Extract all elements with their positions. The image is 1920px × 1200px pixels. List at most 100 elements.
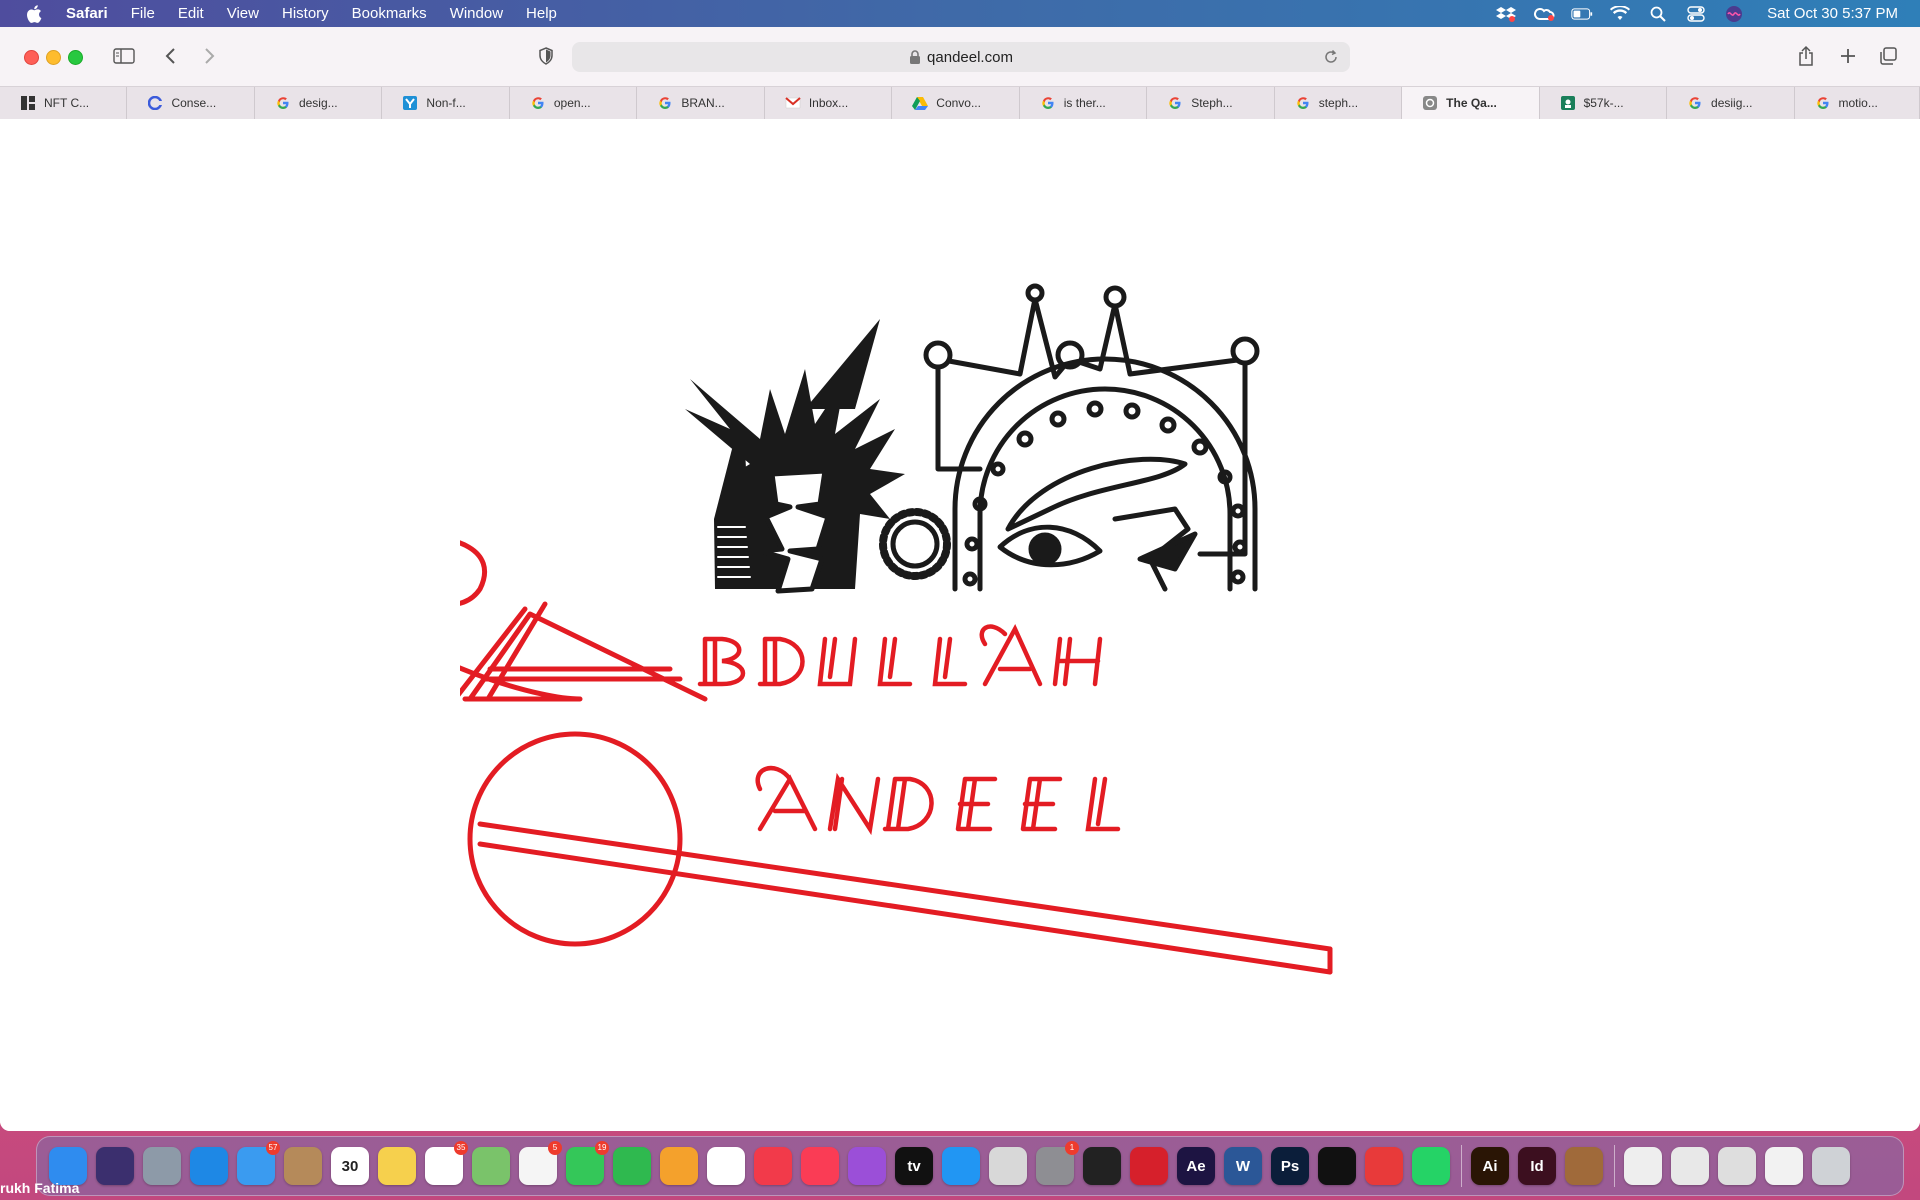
menu-clock[interactable]: Sat Oct 30 5:37 PM [1767, 5, 1898, 22]
back-button[interactable] [156, 43, 184, 69]
menu-history[interactable]: History [282, 5, 329, 22]
tab-label: NFT C... [44, 96, 90, 110]
menu-window[interactable]: Window [450, 5, 503, 22]
facetime-icon[interactable] [613, 1147, 651, 1185]
spotlight-icon[interactable] [1647, 5, 1669, 23]
browser-tab[interactable]: $57k-... [1540, 87, 1668, 119]
indesign-icon[interactable]: Id [1518, 1147, 1556, 1185]
dropbox-icon[interactable] [1495, 5, 1517, 23]
menu-file[interactable]: File [131, 5, 155, 22]
browser-tab[interactable]: desiig... [1667, 87, 1795, 119]
browser-tab[interactable]: is ther... [1020, 87, 1148, 119]
browser-tab[interactable]: open... [510, 87, 638, 119]
app-store-icon[interactable] [942, 1147, 980, 1185]
trash-icon[interactable] [1812, 1147, 1850, 1185]
tab-label: steph... [1318, 96, 1359, 110]
browser-tab[interactable]: Convo... [892, 87, 1020, 119]
browser-tab[interactable]: motio... [1795, 87, 1920, 119]
minimize-window-button[interactable] [46, 50, 61, 65]
browser-tab[interactable]: desig... [255, 87, 383, 119]
notes-icon[interactable] [378, 1147, 416, 1185]
battery-icon[interactable] [1571, 5, 1593, 23]
sun-circle [890, 519, 940, 569]
creative-cloud-icon[interactable] [1365, 1147, 1403, 1185]
maps-icon[interactable] [472, 1147, 510, 1185]
reload-icon[interactable] [1322, 48, 1340, 66]
browser-tab[interactable]: BRAN... [637, 87, 765, 119]
menu-edit[interactable]: Edit [178, 5, 204, 22]
privacy-report-button[interactable] [532, 43, 560, 69]
menu-bookmarks[interactable]: Bookmarks [352, 5, 427, 22]
whatsapp-icon[interactable] [1412, 1147, 1450, 1185]
fiverr-favicon-icon [1560, 95, 1576, 111]
chevron-right-icon [205, 48, 215, 64]
podcasts-icon[interactable] [848, 1147, 886, 1185]
calendar-icon[interactable]: 30 [331, 1147, 369, 1185]
downloads-stack-icon[interactable] [1671, 1147, 1709, 1185]
music-icon[interactable] [801, 1147, 839, 1185]
after-effects-icon[interactable]: Ae [1177, 1147, 1215, 1185]
creative-cloud-icon[interactable] [1533, 5, 1555, 23]
browser-tab[interactable]: The Qa... [1402, 87, 1540, 119]
illustrator-glyph: Ai [1482, 1157, 1498, 1175]
contacts-icon[interactable] [284, 1147, 322, 1185]
close-window-button[interactable] [24, 50, 39, 65]
tab-overview-button[interactable] [1874, 43, 1902, 69]
menu-help[interactable]: Help [526, 5, 557, 22]
google-favicon-icon [275, 95, 291, 111]
document-stack-icon[interactable] [1624, 1147, 1662, 1185]
control-center-icon[interactable] [1685, 5, 1707, 23]
tab-label: is ther... [1063, 96, 1106, 110]
tab-label: desiig... [1711, 96, 1753, 110]
share-icon [1799, 45, 1813, 66]
apple-tv-icon[interactable]: tv [895, 1147, 933, 1185]
google-favicon-icon [657, 95, 673, 111]
c-favicon-icon [147, 95, 163, 111]
new-tab-button[interactable] [1834, 43, 1862, 69]
nikon-capture-icon[interactable] [1318, 1147, 1356, 1185]
animal-app-icon[interactable] [1565, 1147, 1603, 1185]
menu-bar-right: Sat Oct 30 5:37 PM [1479, 0, 1898, 27]
photoshop-icon[interactable]: Ps [1271, 1147, 1309, 1185]
wifi-icon[interactable] [1609, 5, 1631, 23]
reminders-icon[interactable]: 35 [425, 1141, 468, 1185]
mail-icon[interactable]: 57 [237, 1141, 280, 1185]
eyebrow-shape [1005, 456, 1188, 532]
crown-outline [935, 296, 1248, 557]
browser-tab[interactable]: Non-f... [382, 87, 510, 119]
calendar-glyph: 30 [341, 1157, 359, 1175]
system-preferences-icon[interactable]: 1 [1036, 1141, 1079, 1185]
forward-button[interactable] [196, 43, 224, 69]
browser-tab[interactable]: Inbox... [765, 87, 893, 119]
messages-icon[interactable]: 19 [566, 1141, 609, 1185]
dock-separator [1461, 1145, 1462, 1187]
menu-app-name[interactable]: Safari [66, 5, 108, 22]
siri-icon[interactable] [96, 1147, 134, 1185]
acrobat-icon[interactable] [1130, 1147, 1168, 1185]
browser-tab[interactable]: Conse... [127, 87, 255, 119]
word-icon[interactable]: W [1224, 1147, 1262, 1185]
safari-icon[interactable] [190, 1147, 228, 1185]
nikon-transfer-icon[interactable] [1083, 1147, 1121, 1185]
browser-tab[interactable]: NFT C... [0, 87, 128, 119]
menu-view[interactable]: View [227, 5, 259, 22]
pages-icon[interactable] [660, 1147, 698, 1185]
illustrator-icon[interactable]: Ai [1471, 1147, 1509, 1185]
siri-icon[interactable] [1723, 5, 1745, 23]
address-bar[interactable]: qandeel.com [572, 42, 1350, 72]
numbers-icon[interactable] [707, 1147, 745, 1185]
screen-time-icon[interactable] [989, 1147, 1027, 1185]
launchpad-icon[interactable] [143, 1147, 181, 1185]
desktop-stack-icon[interactable] [1718, 1147, 1756, 1185]
dock: 57 30 35 5 19 tv 1 Ae W Ps Ai Id [36, 1136, 1904, 1196]
browser-tab[interactable]: Steph... [1147, 87, 1275, 119]
news-icon[interactable] [754, 1147, 792, 1185]
photos-icon[interactable]: 5 [519, 1141, 562, 1185]
window-thumb-icon[interactable] [1765, 1147, 1803, 1185]
sidebar-toggle-button[interactable] [110, 43, 138, 69]
share-button[interactable] [1792, 43, 1820, 69]
zoom-window-button[interactable] [68, 50, 83, 65]
andeel-letters [755, 766, 1121, 836]
browser-tab[interactable]: steph... [1275, 87, 1403, 119]
apple-icon[interactable] [24, 3, 46, 25]
